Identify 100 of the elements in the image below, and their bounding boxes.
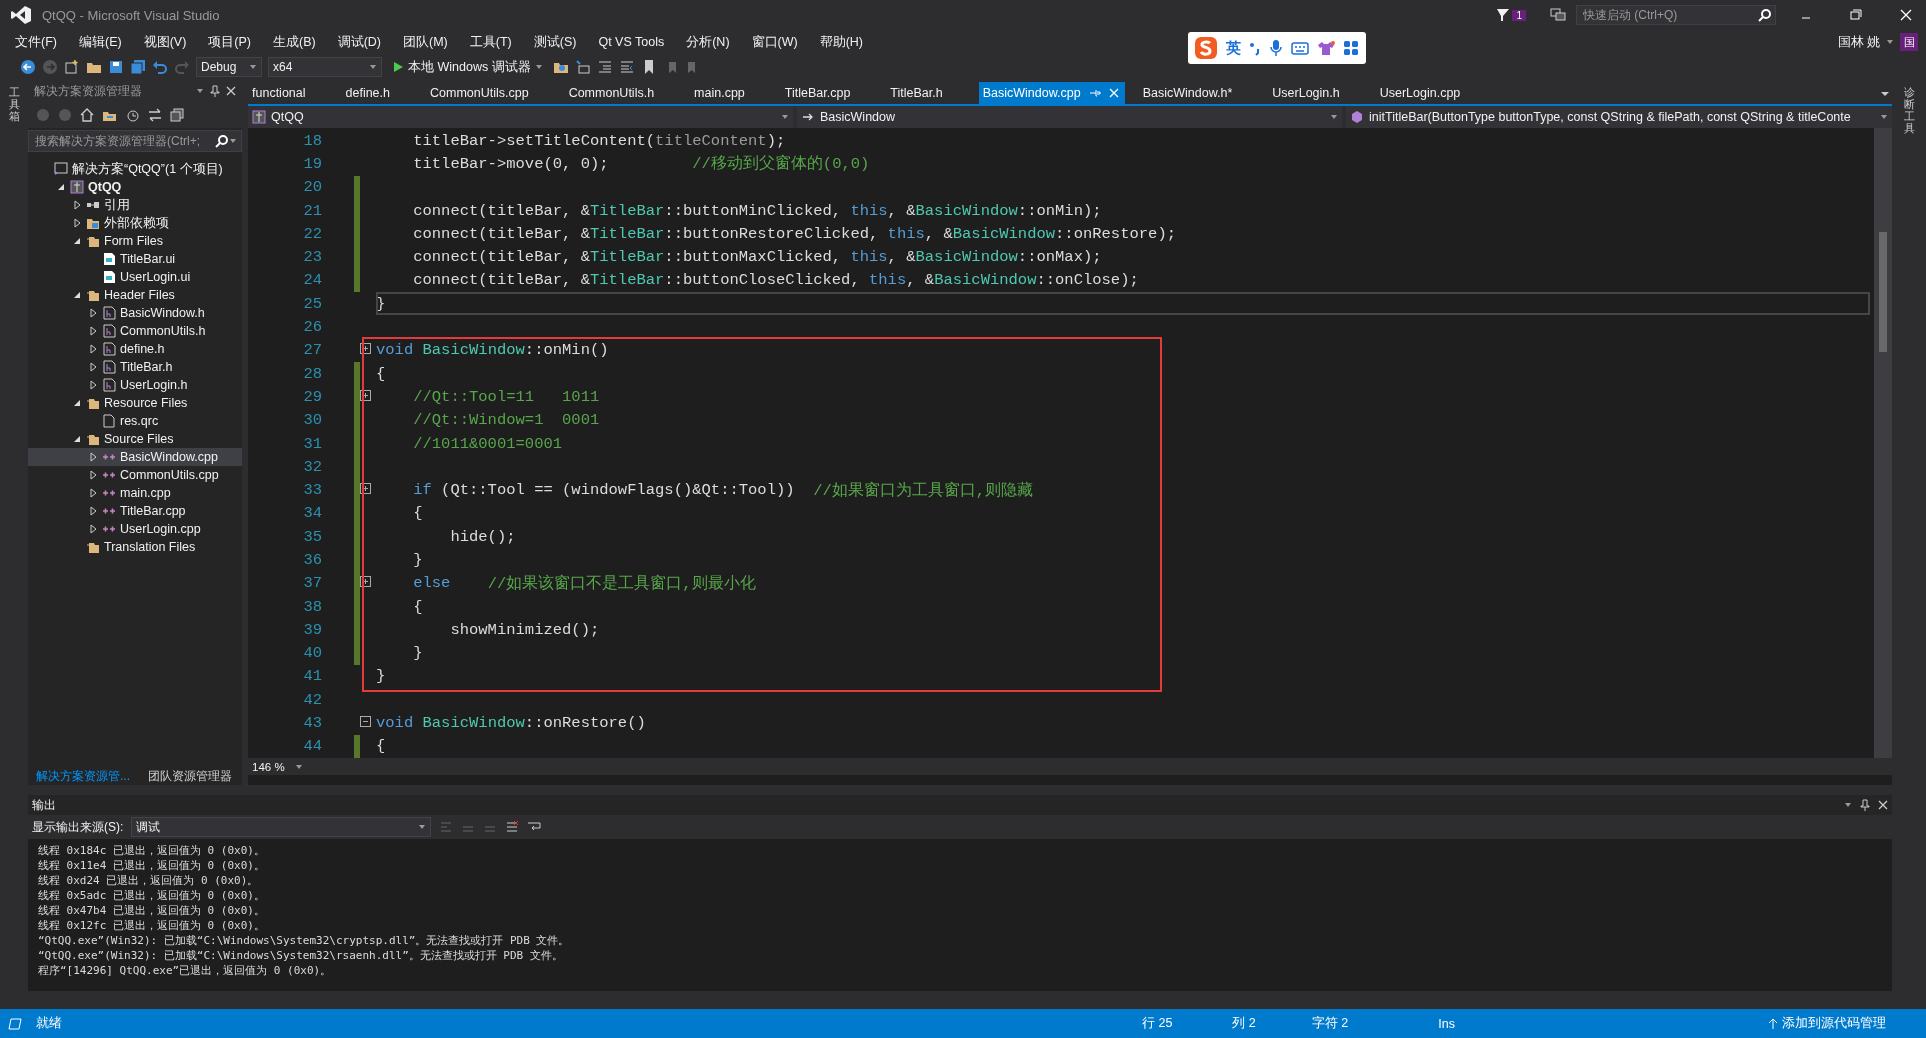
tree-item[interactable]: UserLogin.cpp bbox=[28, 520, 242, 538]
document-tab[interactable]: TitleBar.h bbox=[886, 82, 965, 104]
save-all-icon[interactable] bbox=[130, 59, 146, 75]
tree-item[interactable]: 外部依赖项 bbox=[28, 214, 242, 232]
menu-item[interactable]: 文件(F) bbox=[4, 33, 68, 51]
tree-item[interactable]: BasicWindow.cpp bbox=[28, 448, 242, 466]
diagnostics-tab[interactable]: 诊断工具 bbox=[1903, 86, 1915, 1009]
back-icon[interactable] bbox=[20, 59, 36, 75]
project-dropdown[interactable]: QtQQ bbox=[248, 106, 793, 128]
caret-icon[interactable] bbox=[1844, 801, 1852, 809]
document-tab[interactable]: BasicWindow.h* bbox=[1138, 82, 1255, 104]
collapse-icon[interactable] bbox=[170, 108, 184, 122]
tree-item[interactable]: res.qrc bbox=[28, 412, 242, 430]
class-dropdown[interactable]: BasicWindow bbox=[797, 106, 1342, 128]
undo-icon[interactable] bbox=[152, 59, 168, 75]
menu-item[interactable]: Qt VS Tools bbox=[587, 35, 676, 49]
collapse-icon[interactable] bbox=[360, 716, 371, 728]
start-debugger-button[interactable]: 本地 Windows 调试器 bbox=[388, 58, 547, 76]
document-tab[interactable]: CommonUtils.cpp bbox=[426, 82, 551, 104]
quick-launch-field[interactable]: 快速启动 (Ctrl+Q) bbox=[1576, 5, 1776, 25]
expand-icon[interactable] bbox=[360, 389, 371, 401]
caret-icon[interactable] bbox=[196, 87, 204, 95]
grid-icon[interactable] bbox=[1343, 40, 1359, 56]
feedback-icon[interactable] bbox=[1550, 8, 1566, 22]
document-tab[interactable]: UserLogin.cpp bbox=[1375, 82, 1483, 104]
save-icon[interactable] bbox=[108, 59, 124, 75]
history-icon[interactable] bbox=[126, 108, 140, 122]
tree-item[interactable]: 引用 bbox=[28, 196, 242, 214]
caret-icon[interactable] bbox=[1886, 38, 1894, 46]
tree-item[interactable]: CommonUtils.h bbox=[28, 322, 242, 340]
expand-icon[interactable] bbox=[360, 343, 371, 355]
step-icon[interactable] bbox=[574, 59, 591, 75]
menu-item[interactable]: 项目(P) bbox=[197, 33, 262, 51]
tree-item[interactable]: Form Files bbox=[28, 232, 242, 250]
punctuation-icon[interactable] bbox=[1249, 40, 1261, 56]
keyboard-icon[interactable] bbox=[1291, 41, 1309, 55]
home-icon[interactable] bbox=[80, 108, 94, 122]
expanded-arrow-icon[interactable] bbox=[72, 398, 82, 408]
close-icon[interactable] bbox=[1878, 800, 1888, 810]
menu-item[interactable]: 帮助(H) bbox=[808, 33, 875, 51]
caret-icon[interactable] bbox=[229, 137, 237, 145]
pin-icon[interactable] bbox=[1860, 799, 1870, 811]
tree-item[interactable]: main.cpp bbox=[28, 484, 242, 502]
document-tab[interactable]: functional bbox=[248, 82, 328, 104]
outdent-icon[interactable] bbox=[618, 59, 635, 75]
tree-item[interactable]: define.h bbox=[28, 340, 242, 358]
expanded-arrow-icon[interactable] bbox=[72, 290, 82, 300]
input-mode-label[interactable]: 英 bbox=[1226, 38, 1241, 58]
tree-item[interactable]: BasicWindow.h bbox=[28, 304, 242, 322]
tree-item[interactable]: TitleBar.ui bbox=[28, 250, 242, 268]
search-icon[interactable] bbox=[1758, 8, 1772, 22]
platform-dropdown[interactable]: x64 bbox=[268, 57, 382, 77]
menu-item[interactable]: 窗口(W) bbox=[740, 33, 809, 51]
tree-item[interactable]: CommonUtils.cpp bbox=[28, 466, 242, 484]
menu-item[interactable]: 工具(T) bbox=[458, 33, 523, 51]
menu-item[interactable]: 编辑(E) bbox=[67, 33, 133, 51]
clear-all-icon[interactable] bbox=[505, 820, 520, 834]
panel-tab[interactable]: 团队资源管理器 bbox=[140, 767, 240, 785]
tree-item[interactable]: Resource Files bbox=[28, 394, 242, 412]
tree-item[interactable]: Source Files bbox=[28, 430, 242, 448]
menu-item[interactable]: 视图(V) bbox=[132, 33, 198, 51]
menu-item[interactable]: 调试(D) bbox=[326, 33, 392, 51]
member-dropdown[interactable]: initTitleBar(ButtonType buttonType, const QString & filePath, const QString & titleConte bbox=[1346, 106, 1892, 128]
tree-item[interactable]: Header Files bbox=[28, 286, 242, 304]
new-project-icon[interactable] bbox=[64, 59, 80, 75]
expanded-arrow-icon[interactable] bbox=[56, 182, 66, 192]
expanded-arrow-icon[interactable] bbox=[72, 236, 82, 246]
tree-item[interactable]: UserLogin.ui bbox=[28, 268, 242, 286]
expanded-arrow-icon[interactable] bbox=[72, 434, 82, 444]
tree-item[interactable]: TitleBar.cpp bbox=[28, 502, 242, 520]
tree-item[interactable]: UserLogin.h bbox=[28, 376, 242, 394]
search-field[interactable]: 搜索解决方案资源管理器(Ctrl+; bbox=[28, 130, 242, 152]
toolbox-tab[interactable]: 工具箱 bbox=[8, 86, 20, 1009]
search-icon[interactable] bbox=[215, 134, 229, 148]
tree-item[interactable]: TitleBar.h bbox=[28, 358, 242, 376]
document-tab[interactable]: define.h bbox=[341, 82, 412, 104]
close-icon[interactable] bbox=[226, 86, 236, 96]
zoom-dropdown[interactable]: 146 % bbox=[252, 760, 303, 773]
tree-item[interactable]: QtQQ bbox=[28, 178, 242, 196]
menu-item[interactable]: 分析(N) bbox=[675, 33, 741, 51]
expand-icon[interactable] bbox=[360, 483, 371, 495]
document-tab[interactable]: main.cpp bbox=[690, 82, 767, 104]
user-name[interactable]: 国林 姚 bbox=[1837, 33, 1880, 51]
document-tab[interactable]: UserLogin.h bbox=[1268, 82, 1362, 104]
document-tab[interactable]: CommonUtils.h bbox=[564, 82, 677, 104]
scrollbar[interactable] bbox=[1874, 128, 1892, 758]
menu-item[interactable]: 生成(B) bbox=[262, 33, 327, 51]
source-control-button[interactable]: 添加到源代码管理 bbox=[1768, 1015, 1886, 1032]
microphone-icon[interactable] bbox=[1269, 39, 1283, 57]
swap-icon[interactable] bbox=[148, 108, 162, 122]
tree-item[interactable]: Translation Files bbox=[28, 538, 242, 556]
source-dropdown[interactable]: 调试 bbox=[131, 817, 432, 837]
shirt-icon[interactable] bbox=[1317, 40, 1335, 56]
indent-icon[interactable] bbox=[596, 59, 613, 75]
user-avatar[interactable]: 国 bbox=[1900, 33, 1918, 51]
pin-icon[interactable] bbox=[210, 85, 220, 97]
menu-item[interactable]: 团队(M) bbox=[392, 33, 459, 51]
menu-item[interactable]: 测试(S) bbox=[522, 33, 588, 51]
document-tab[interactable]: TitleBar.cpp bbox=[780, 82, 873, 104]
tree-item[interactable]: 解决方案“QtQQ”(1 个项目) bbox=[28, 160, 242, 178]
